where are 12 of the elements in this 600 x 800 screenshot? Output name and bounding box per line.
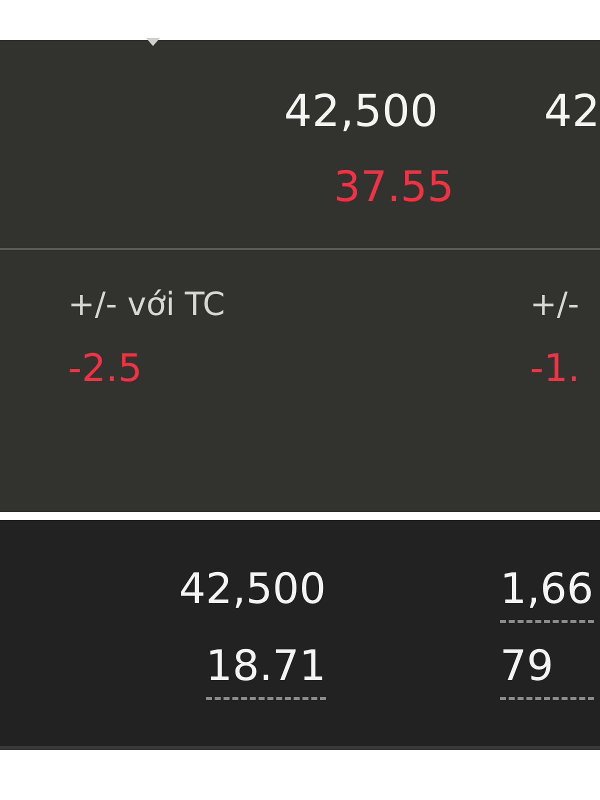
value-text: 42,500 [179,564,326,615]
underlined-value: 79 [500,641,594,700]
change-label: +/- với TC [68,284,226,325]
pointer-icon [146,38,160,46]
change-value: -1. [530,345,580,392]
price-text: 42,500 [284,85,438,139]
change-value: -2.5 [68,345,144,392]
underlined-value: 18.71 [206,641,326,700]
underlined-value: 1,66 [500,564,594,623]
change-label: +/- [530,284,580,325]
price-text: 42 [544,85,600,139]
change-text: 37.55 [334,161,454,213]
